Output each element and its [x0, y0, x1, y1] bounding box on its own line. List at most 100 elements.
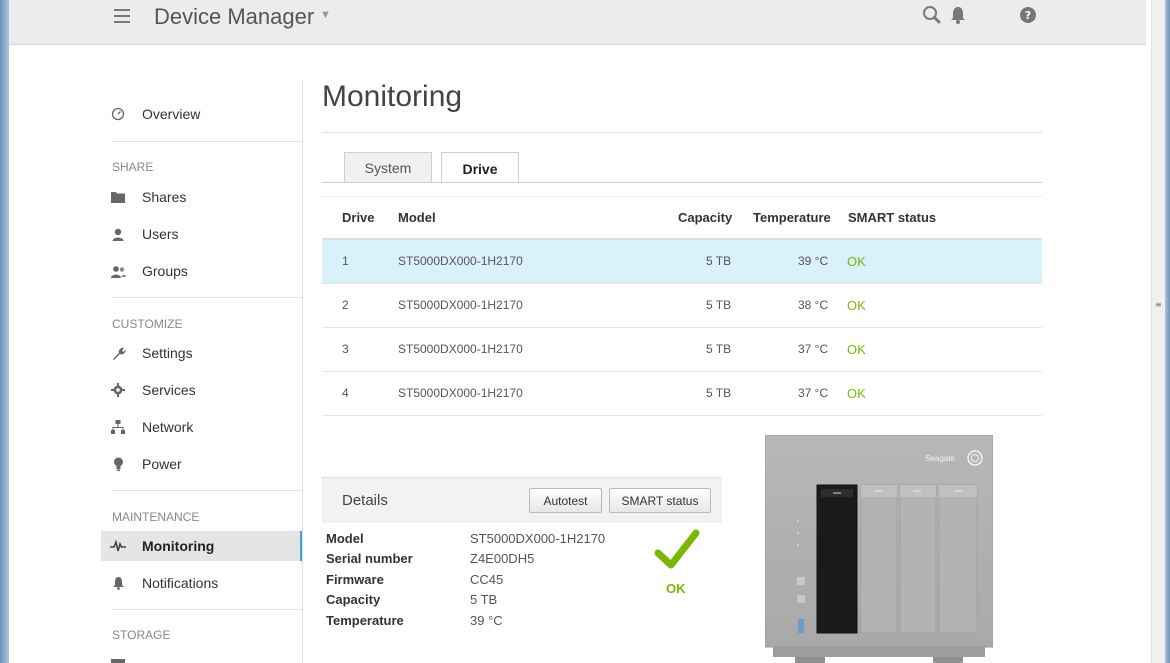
sidebar-item-label: Shares: [142, 189, 187, 205]
smart-status-result: OK: [666, 581, 686, 596]
title-divider: [322, 132, 1042, 133]
brand-label: Seagate: [925, 454, 955, 463]
detail-label-serial: Serial number: [326, 551, 413, 566]
search-icon[interactable]: [921, 4, 943, 26]
dashboard-icon: [110, 106, 126, 122]
app-title[interactable]: Device Manager: [154, 4, 314, 30]
column-header-model[interactable]: Model: [398, 210, 436, 225]
table-row[interactable]: 2 ST5000DX000-1H2170 5 TB 38 °C OK: [322, 284, 1042, 328]
drive-model: ST5000DX000-1H2170: [398, 386, 523, 400]
column-header-temperature[interactable]: Temperature: [753, 210, 831, 225]
drive-number: 1: [342, 254, 349, 268]
detail-label-temperature: Temperature: [326, 613, 404, 628]
page-title: Monitoring: [322, 80, 463, 113]
table-row[interactable]: 4 ST5000DX000-1H2170 5 TB 37 °C OK: [322, 372, 1042, 416]
smart-status-badge: OK: [847, 342, 866, 357]
window-frame-left: [0, 0, 9, 663]
detail-label-model: Model: [326, 531, 364, 546]
help-icon[interactable]: ?: [1017, 4, 1039, 26]
pulse-icon: [110, 538, 126, 554]
sidebar-divider: [112, 141, 302, 142]
sidebar-item-monitoring[interactable]: Monitoring: [101, 531, 303, 561]
drive-temperature: 38 °C: [798, 298, 829, 312]
table-row[interactable]: 1 ST5000DX000-1H2170 5 TB 39 °C OK: [322, 240, 1042, 284]
sidebar-item-settings[interactable]: Settings: [101, 338, 303, 368]
drive-capacity: 5 TB: [706, 254, 732, 268]
sidebar-divider: [112, 609, 302, 610]
sidebar-section-share: SHARE: [112, 160, 154, 174]
vertical-scrollbar[interactable]: ≡: [1151, 0, 1165, 663]
drive-temperature: 39 °C: [798, 254, 829, 268]
sidebar-item-label: Groups: [142, 263, 188, 279]
bell-icon: [110, 575, 126, 591]
column-header-capacity[interactable]: Capacity: [678, 210, 732, 225]
gear-icon: [110, 382, 126, 398]
sidebar-item-power[interactable]: Power: [101, 449, 303, 479]
drive-model: ST5000DX000-1H2170: [398, 342, 523, 356]
sidebar-divider: [112, 297, 302, 298]
sidebar-item-groups[interactable]: Groups: [101, 256, 303, 286]
drive-capacity: 5 TB: [706, 342, 732, 356]
svg-text:?: ?: [1025, 9, 1031, 22]
sidebar-section-maintenance: MAINTENANCE: [112, 510, 200, 524]
detail-value-capacity: 5 TB: [470, 592, 498, 607]
top-header-bar: Device Manager ▼ ?: [9, 0, 1146, 45]
folder-icon: [110, 189, 126, 205]
sidebar-item-notifications[interactable]: Notifications: [101, 568, 303, 598]
nas-device-image: Seagate: [765, 435, 993, 663]
drive-number: 4: [342, 386, 349, 400]
sidebar-item-users[interactable]: Users: [101, 219, 303, 249]
table-row[interactable]: 3 ST5000DX000-1H2170 5 TB 37 °C OK: [322, 328, 1042, 372]
sidebar-item-overview[interactable]: Overview: [101, 99, 303, 129]
column-header-drive[interactable]: Drive: [342, 210, 375, 225]
user-icon: [110, 226, 126, 242]
sidebar-item-label: Network: [142, 419, 194, 435]
detail-label-firmware: Firmware: [326, 572, 384, 587]
sidebar-item-network[interactable]: Network: [101, 412, 303, 442]
details-title: Details: [342, 492, 388, 509]
hamburger-menu-icon[interactable]: [112, 6, 132, 26]
chevron-down-icon[interactable]: ▼: [320, 9, 331, 21]
smart-status-badge: OK: [847, 386, 866, 401]
sidebar-item-label: Overview: [142, 106, 201, 122]
sidebar-item-label: Users: [142, 226, 179, 242]
details-header: Details Autotest SMART status: [322, 478, 722, 523]
drive-capacity: 5 TB: [706, 298, 732, 312]
drive-temperature: 37 °C: [798, 342, 829, 356]
tab-drive[interactable]: Drive: [441, 152, 519, 184]
smart-status-badge: OK: [847, 254, 866, 269]
scrollbar-grip-icon[interactable]: ≡: [1155, 300, 1162, 310]
sidebar-item-shares[interactable]: Shares: [101, 182, 303, 212]
detail-value-temperature: 39 °C: [470, 613, 503, 628]
detail-value-model: ST5000DX000-1H2170: [470, 531, 606, 546]
drive-number: 2: [342, 298, 349, 312]
bell-icon[interactable]: [947, 4, 969, 26]
detail-value-firmware: CC45: [470, 572, 504, 587]
sidebar-item-services[interactable]: Services: [101, 375, 303, 405]
sidebar-section-storage: STORAGE: [112, 628, 171, 642]
group-icon: [110, 263, 126, 279]
drive-number: 3: [342, 342, 349, 356]
tab-system[interactable]: System: [344, 152, 432, 183]
sidebar-item-label: Settings: [142, 345, 193, 361]
column-header-smart-status[interactable]: SMART status: [848, 210, 936, 225]
sidebar-item-label: Services: [142, 382, 196, 398]
wrench-icon: [110, 345, 126, 361]
lightbulb-icon: [110, 456, 126, 472]
sidebar-section-customize: CUSTOMIZE: [112, 317, 183, 331]
drive-capacity: 5 TB: [706, 386, 732, 400]
drive-temperature: 37 °C: [798, 386, 829, 400]
sidebar-item-label: Notifications: [142, 575, 219, 591]
storage-icon: [110, 657, 126, 663]
sidebar-item-label: Power: [142, 456, 182, 472]
smart-status-button[interactable]: SMART status: [609, 488, 711, 513]
sidebar-separator: [302, 80, 303, 663]
sidebar-divider: [112, 490, 302, 491]
detail-label-capacity: Capacity: [326, 592, 381, 607]
window-frame-right: [1165, 0, 1170, 663]
drive-model: ST5000DX000-1H2170: [398, 298, 523, 312]
tab-content-divider: [322, 196, 1042, 197]
network-icon: [110, 419, 126, 435]
autotest-button[interactable]: Autotest: [529, 488, 602, 513]
sidebar-item-storage-overview[interactable]: [101, 650, 303, 663]
